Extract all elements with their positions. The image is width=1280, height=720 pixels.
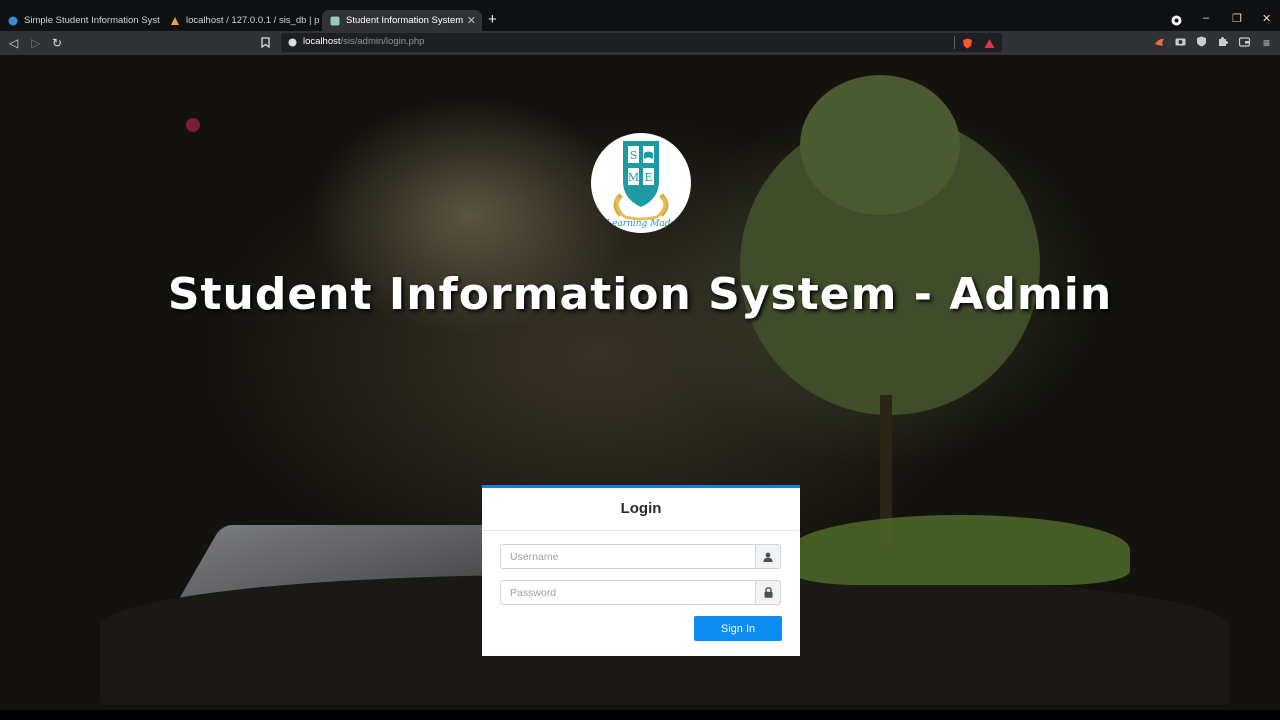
wallet-icon[interactable] [1239,36,1250,47]
extension-swift-icon[interactable] [1154,36,1165,47]
phpmyadmin-favicon-icon [171,16,179,25]
user-icon [763,552,773,562]
back-icon[interactable]: ◁ [9,35,18,51]
browser-tab[interactable]: localhost / 127.0.0.1 / sis_db | phpMy [162,10,320,31]
username-addon [755,544,781,569]
browser-tab-strip: Simple Student Information System in loc… [0,0,1280,31]
site-info-icon[interactable] [288,38,297,47]
page-title: Student Information System - Admin [167,269,1113,320]
bottom-edge [0,710,1280,720]
close-tab-icon[interactable]: ✕ [467,14,476,27]
tab-title: Student Information System [346,15,464,26]
logo-letter-s: S [630,149,638,162]
sign-in-button[interactable]: Sign In [694,616,782,641]
tab-favicon-icon [330,16,340,25]
browser-tab-active[interactable]: Student Information System ✕ [322,10,482,31]
camera-icon[interactable] [1175,36,1186,47]
address-bar[interactable]: localhost/sis/admin/login.php [281,33,1002,52]
username-group [500,544,781,569]
url-host: localhost [303,36,341,47]
password-addon [755,580,781,605]
lock-icon [764,587,772,598]
shield-extension-icon[interactable] [1196,36,1207,47]
login-card: Login Sign In [482,485,800,656]
login-page-background: S M E Learning Made Student Information … [0,55,1280,710]
brave-shields-icon[interactable] [962,38,973,49]
username-input[interactable] [500,544,755,569]
logo-motto: Learning Made [606,219,676,229]
minimize-icon[interactable]: – [1203,12,1209,24]
tab-favicon-icon [8,16,18,25]
grass-decoration [790,515,1130,585]
tab-title: localhost / 127.0.0.1 / sis_db | phpMy [186,15,320,26]
logo-emblem-icon: S M E [613,141,669,221]
restore-icon[interactable]: ❐ [1232,12,1242,25]
tab-title: Simple Student Information System in [24,15,160,26]
school-logo: S M E Learning Made [591,133,691,233]
login-card-title: Login [620,500,662,517]
logo-letter-m: M [628,171,639,184]
brave-rewards-icon[interactable] [984,38,995,49]
new-tab-button[interactable]: + [488,12,497,27]
extensions-puzzle-icon[interactable] [1217,36,1228,47]
password-input[interactable] [500,580,755,605]
tree-crown-top-decoration [800,75,960,215]
address-divider [954,36,955,49]
url-path: /sis/admin/login.php [340,36,425,47]
card-divider [482,530,800,531]
browser-toolbar: ◁ ▷ ↻ localhost/sis/admin/login.php ≡ [0,31,1280,55]
logo-letter-e: E [644,171,652,184]
password-group [500,580,781,605]
browser-tab[interactable]: Simple Student Information System in [0,10,160,31]
forward-icon[interactable]: ▷ [31,35,40,51]
mouse-cursor-indicator [186,118,200,132]
menu-icon[interactable]: ≡ [1263,35,1270,51]
profile-icon[interactable] [1171,15,1182,26]
close-window-icon[interactable]: ✕ [1262,12,1271,25]
reload-icon[interactable]: ↻ [52,35,62,51]
url-text[interactable]: localhost/sis/admin/login.php [303,36,424,47]
bookmark-icon[interactable] [261,37,270,48]
